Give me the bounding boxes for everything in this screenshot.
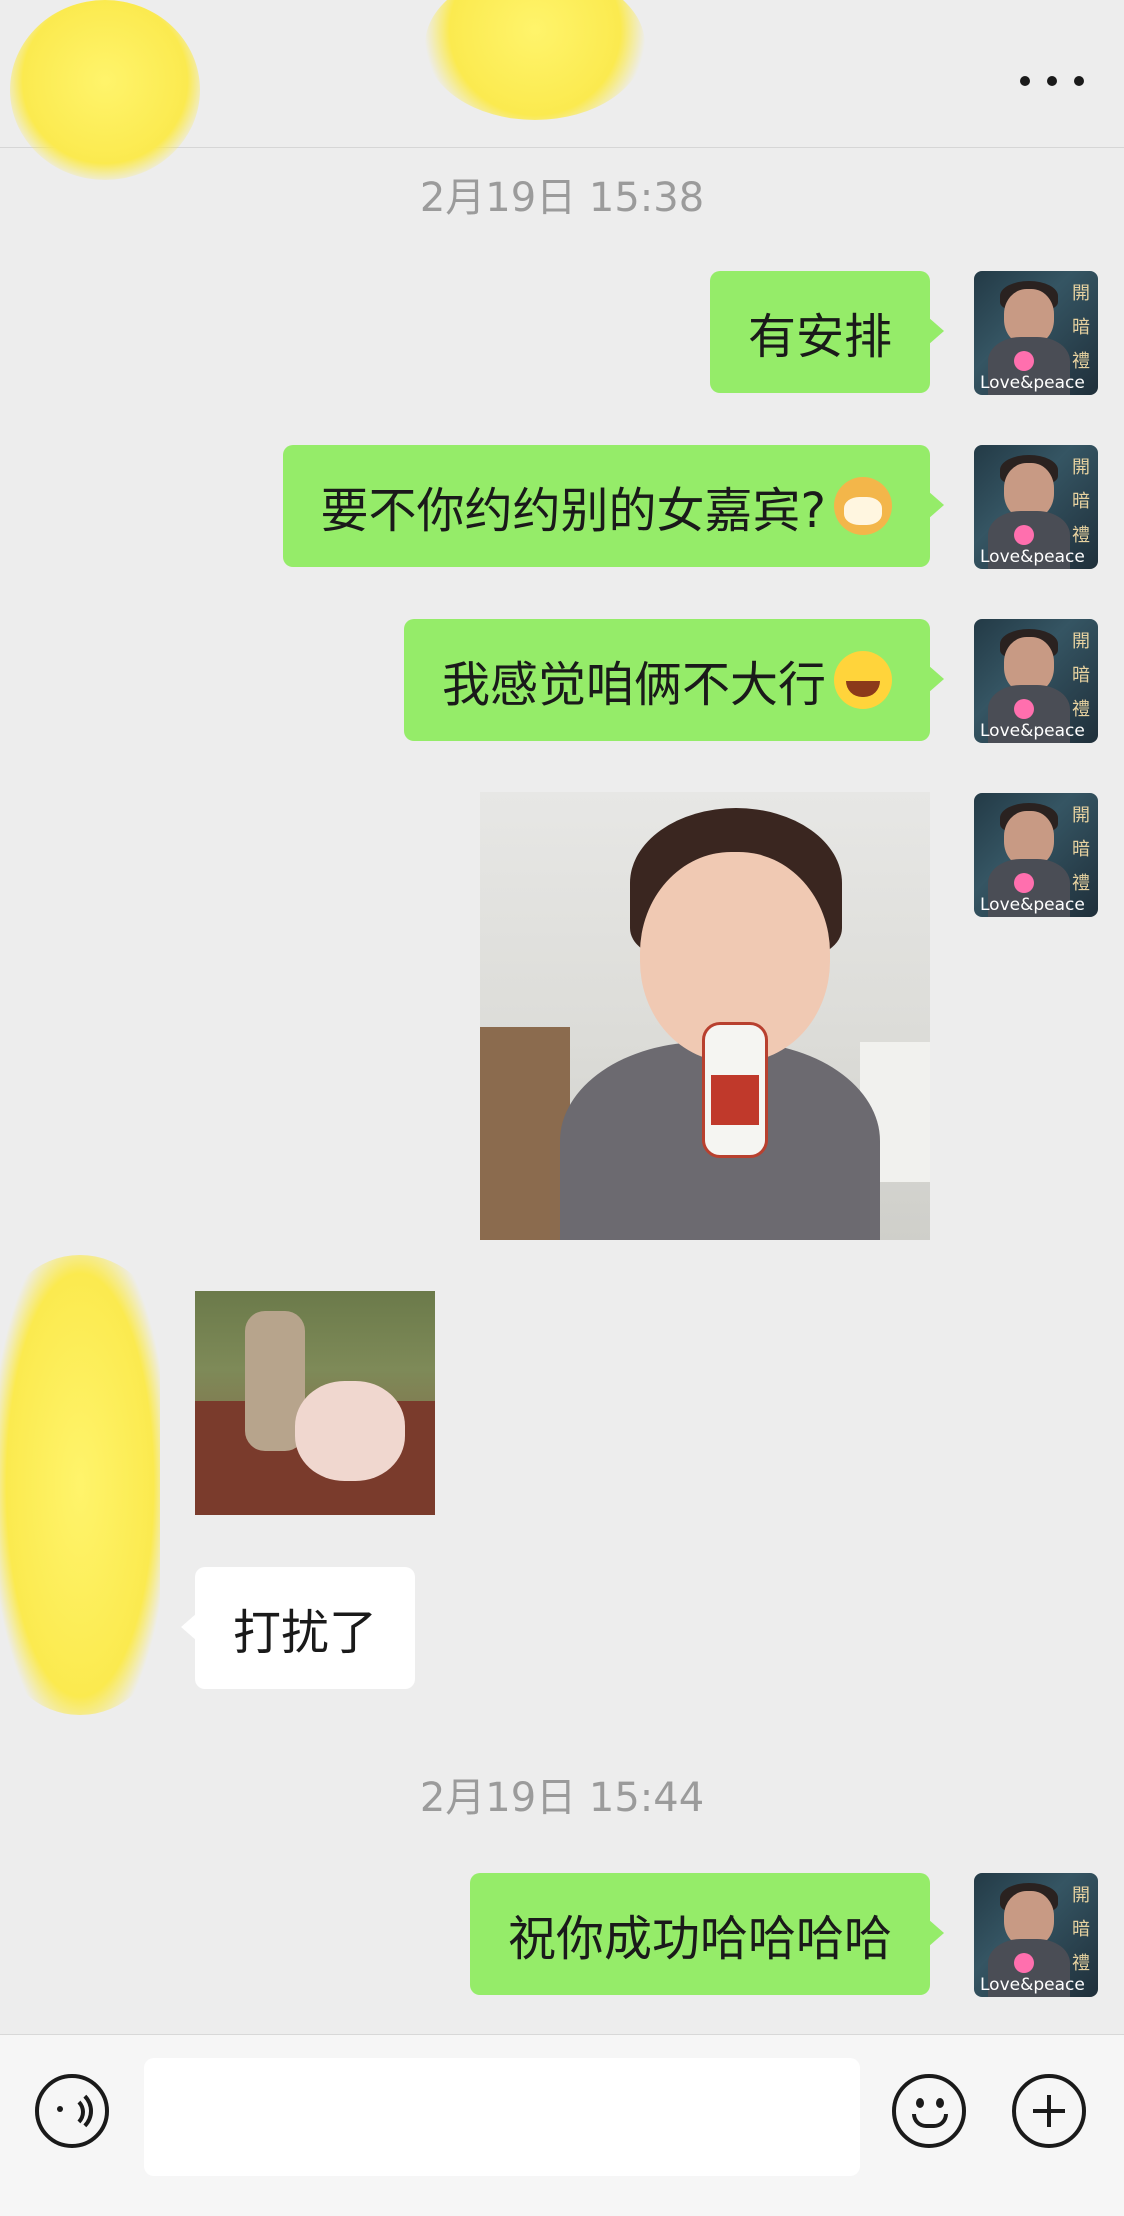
message-text: 打扰了 (233, 1605, 378, 1661)
avatar-caption: Love&peace (980, 721, 1085, 741)
my-avatar[interactable]: 開 暗 禮 Love&peace (974, 445, 1098, 569)
girl-with-bottle-sticker[interactable] (480, 792, 930, 1240)
avatar-chars: 開 暗 禮 (1072, 457, 1090, 546)
my-avatar[interactable]: 開 暗 禮 Love&peace (974, 619, 1098, 743)
message-input[interactable] (144, 2058, 860, 2176)
contact-name-blurred (425, 0, 645, 120)
contact-avatar-blurred[interactable] (0, 1255, 160, 1715)
message-bubble-outgoing[interactable]: 要不你约约别的女嘉宾? (282, 445, 945, 567)
message-bubble-outgoing[interactable]: 我感觉咱俩不大行 (403, 619, 945, 741)
avatar-caption: Love&peace (980, 1975, 1085, 1995)
message-text: 祝你成功哈哈哈哈 (507, 1911, 892, 1967)
message-text: 我感觉咱俩不大行 (441, 657, 826, 713)
avatar-chars: 開 暗 禮 (1072, 805, 1090, 894)
contact-avatar-blurred[interactable] (10, 0, 200, 180)
smiley-icon[interactable] (892, 2074, 966, 2148)
laughing-tears-emoji-icon (834, 651, 892, 709)
my-avatar[interactable]: 開 暗 禮 Love&peace (974, 271, 1098, 395)
avatar-caption: Love&peace (980, 547, 1085, 567)
avatar-caption: Love&peace (980, 373, 1085, 393)
avatar-chars: 開 暗 禮 (1072, 1885, 1090, 1974)
my-avatar[interactable]: 開 暗 禮 Love&peace (974, 793, 1098, 917)
avatar-caption: Love&peace (980, 895, 1085, 915)
timestamp: 2月19日 15:38 (419, 175, 705, 221)
message-bubble-incoming[interactable]: 打扰了 (180, 1567, 416, 1689)
message-text: 要不你约约别的女嘉宾? (320, 483, 826, 539)
avatar-chars: 開 暗 禮 (1072, 631, 1090, 720)
message-text: 有安排 (747, 309, 892, 365)
voice-icon[interactable] (35, 2074, 109, 2148)
my-avatar[interactable]: 開 暗 禮 Love&peace (974, 1873, 1098, 1997)
timestamp: 2月19日 15:44 (419, 1775, 705, 1821)
message-bubble-outgoing[interactable]: 有安排 (709, 271, 945, 393)
input-bar (0, 2034, 1124, 2216)
message-bubble-outgoing[interactable]: 祝你成功哈哈哈哈 (469, 1873, 945, 1995)
man-with-pig-photo[interactable] (195, 1291, 435, 1515)
chat-header (0, 0, 1124, 180)
avatar-chars: 開 暗 禮 (1072, 283, 1090, 372)
more-dots-icon[interactable] (1020, 66, 1084, 96)
cat-face-emoji-icon (834, 477, 892, 535)
plus-icon[interactable] (1012, 2074, 1086, 2148)
